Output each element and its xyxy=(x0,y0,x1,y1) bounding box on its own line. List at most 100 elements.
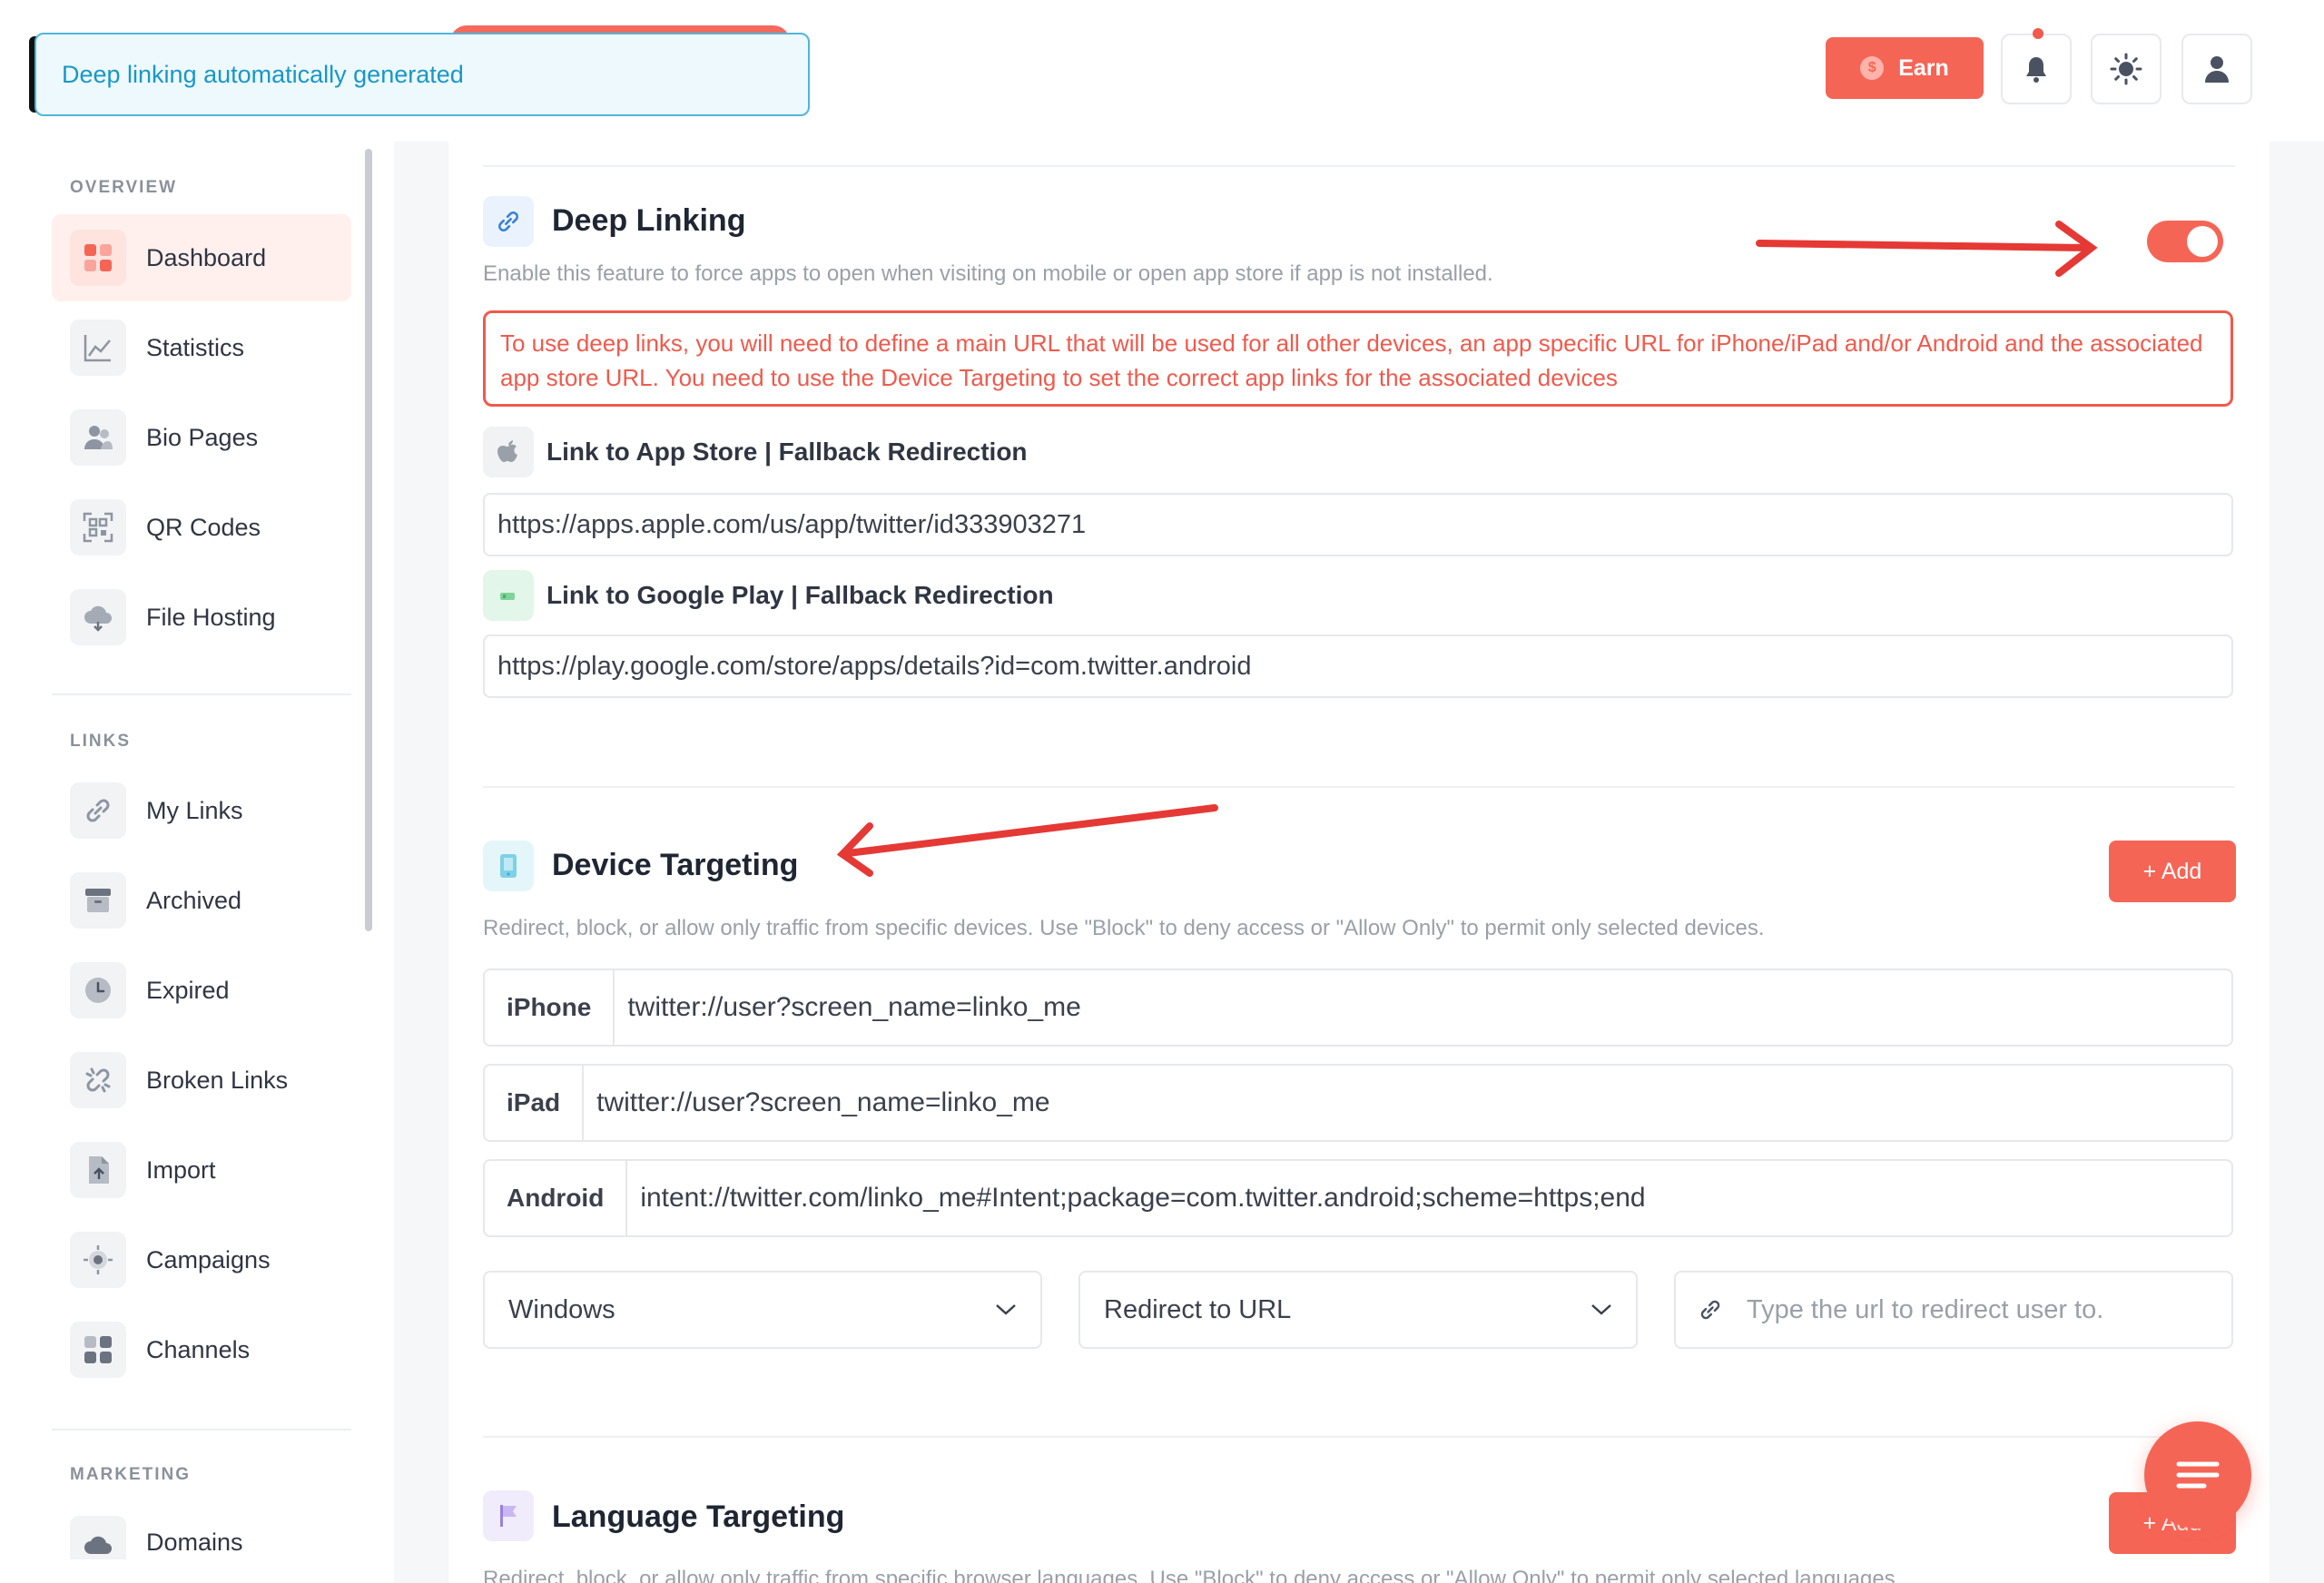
device-select-value: Windows xyxy=(508,1294,615,1324)
menu-lines-icon xyxy=(2176,1461,2220,1489)
toggle-knob xyxy=(2187,226,2218,257)
sidebar-item-label: Domains xyxy=(146,1529,243,1556)
file-upload-icon xyxy=(70,1142,126,1198)
sidebar-item-label: Archived xyxy=(146,886,242,914)
sidebar-item-broken-links[interactable]: Broken Links xyxy=(52,1037,351,1124)
cloud-icon xyxy=(70,589,126,645)
link-icon xyxy=(483,196,534,247)
sidebar-item-label: My Links xyxy=(146,796,243,824)
sidebar-item-statistics[interactable]: Statistics xyxy=(52,304,351,391)
sidebar-section-links: LINKS xyxy=(70,732,131,751)
chart-icon xyxy=(70,320,126,376)
sidebar-item-label: Bio Pages xyxy=(146,423,259,451)
theme-toggle-button[interactable] xyxy=(2091,34,2162,104)
apple-icon xyxy=(483,427,534,477)
sidebar-divider xyxy=(52,693,351,695)
sidebar-item-label: Statistics xyxy=(146,333,245,361)
sidebar-item-label: Channels xyxy=(146,1335,251,1363)
device-name: iPad xyxy=(485,1066,585,1140)
target-icon xyxy=(70,1232,126,1288)
sidebar-item-qr-codes[interactable]: QR Codes xyxy=(52,484,351,571)
device-name: Android xyxy=(485,1161,628,1235)
deep-linking-toggle[interactable] xyxy=(2147,221,2223,262)
language-targeting-description: Redirect, block, or allow only traffic f… xyxy=(483,1567,1902,1583)
device-row-iphone: iPhone twitter://user?screen_name=linko_… xyxy=(483,968,2233,1047)
device-row-android: Android intent://twitter.com/linko_me#In… xyxy=(483,1159,2233,1237)
device-targeting-title: Device Targeting xyxy=(552,848,799,882)
link-icon xyxy=(1700,1300,1720,1320)
sidebar-item-channels[interactable]: Channels xyxy=(52,1306,351,1393)
toast-message: Deep linking automatically generated xyxy=(62,60,464,88)
notification-dot xyxy=(2033,28,2043,39)
action-select-value: Redirect to URL xyxy=(1104,1294,1292,1324)
device-url-input[interactable]: twitter://user?screen_name=linko_me xyxy=(615,970,1080,1045)
sidebar-item-file-hosting[interactable]: File Hosting xyxy=(52,574,351,661)
deep-linking-alert: To use deep links, you will need to defi… xyxy=(483,310,2233,407)
app-store-label-text: Link to App Store | Fallback Redirection xyxy=(547,438,1028,466)
app-store-label: Link to App Store | Fallback Redirection xyxy=(483,427,1028,477)
bell-icon xyxy=(2026,57,2046,83)
sidebar-item-archived[interactable]: Archived xyxy=(52,857,351,944)
app-store-url-input[interactable]: https://apps.apple.com/us/app/twitter/id… xyxy=(483,493,2233,556)
sidebar-item-bio-pages[interactable]: Bio Pages xyxy=(52,394,351,481)
device-row-ipad: iPad twitter://user?screen_name=linko_me xyxy=(483,1064,2233,1142)
user-menu-button[interactable] xyxy=(2181,34,2252,104)
sidebar-item-label: Expired xyxy=(146,976,230,1004)
sidebar-item-label: Campaigns xyxy=(146,1245,271,1273)
cloud-icon xyxy=(70,1516,126,1559)
sidebar-section-overview: OVERVIEW xyxy=(70,178,178,197)
coin-icon: $ xyxy=(1860,56,1885,80)
link-icon xyxy=(70,782,126,839)
grid-icon xyxy=(70,1322,126,1378)
redirect-url-field[interactable] xyxy=(1674,1271,2233,1349)
section-divider xyxy=(483,786,2235,788)
language-targeting-title: Language Targeting xyxy=(552,1499,845,1534)
flag-icon xyxy=(483,1490,534,1541)
top-header: Deep linking automatically generated $ E… xyxy=(0,0,2324,142)
sidebar-item-label: File Hosting xyxy=(146,603,276,631)
sidebar-item-import[interactable]: Import xyxy=(52,1126,351,1214)
toast-notification: Deep linking automatically generated xyxy=(34,33,810,116)
user-icon xyxy=(2205,56,2229,83)
sidebar-item-dashboard[interactable]: Dashboard xyxy=(52,214,351,301)
sidebar-item-label: Import xyxy=(146,1155,216,1184)
chevron-down-icon xyxy=(1591,1304,1611,1315)
device-url-input[interactable]: intent://twitter.com/linko_me#Intent;pac… xyxy=(627,1161,1645,1235)
sun-icon xyxy=(2110,53,2142,85)
notifications-button[interactable] xyxy=(2001,28,2072,104)
sidebar-item-label: Broken Links xyxy=(146,1066,289,1094)
earn-button[interactable]: $ Earn xyxy=(1826,37,1984,99)
action-select[interactable]: Redirect to URL xyxy=(1078,1271,1638,1349)
deep-linking-title: Deep Linking xyxy=(552,203,746,238)
device-name: iPhone xyxy=(485,970,615,1045)
chevron-down-icon xyxy=(996,1304,1016,1315)
google-play-label-text: Link to Google Play | Fallback Redirecti… xyxy=(547,581,1054,609)
users-icon xyxy=(70,409,126,466)
redirect-url-input[interactable] xyxy=(1747,1294,2182,1325)
sidebar-item-domains[interactable]: Domains xyxy=(52,1501,351,1559)
sidebar-item-label: QR Codes xyxy=(146,513,261,541)
dashboard-icon xyxy=(70,230,126,286)
link-settings-card: Deep Linking Enable this feature to forc… xyxy=(448,142,2270,1583)
deep-linking-description: Enable this feature to force apps to ope… xyxy=(483,261,1493,286)
device-url-input[interactable]: twitter://user?screen_name=linko_me xyxy=(584,1066,1049,1140)
sidebar-item-campaigns[interactable]: Campaigns xyxy=(52,1216,351,1303)
google-play-label: Link to Google Play | Fallback Redirecti… xyxy=(483,570,1054,621)
section-divider xyxy=(483,165,2235,167)
earn-label: Earn xyxy=(1898,54,1949,81)
sidebar-item-label: Dashboard xyxy=(146,243,267,271)
broken-link-icon xyxy=(70,1052,126,1108)
menu-fab-button[interactable] xyxy=(2144,1421,2251,1529)
qr-code-icon xyxy=(70,499,126,556)
add-device-button[interactable]: + Add xyxy=(2109,841,2236,902)
section-divider xyxy=(483,1436,2235,1438)
tablet-icon xyxy=(483,841,534,891)
sidebar-item-expired[interactable]: Expired xyxy=(52,947,351,1034)
sidebar-item-my-links[interactable]: My Links xyxy=(52,767,351,854)
device-select[interactable]: Windows xyxy=(483,1271,1042,1349)
google-play-url-input[interactable]: https://play.google.com/store/apps/detai… xyxy=(483,634,2233,698)
sidebar-divider xyxy=(52,1429,351,1431)
device-targeting-description: Redirect, block, or allow only traffic f… xyxy=(483,916,1765,940)
sidebar-scrollbar[interactable] xyxy=(365,149,372,931)
android-icon xyxy=(483,570,534,621)
